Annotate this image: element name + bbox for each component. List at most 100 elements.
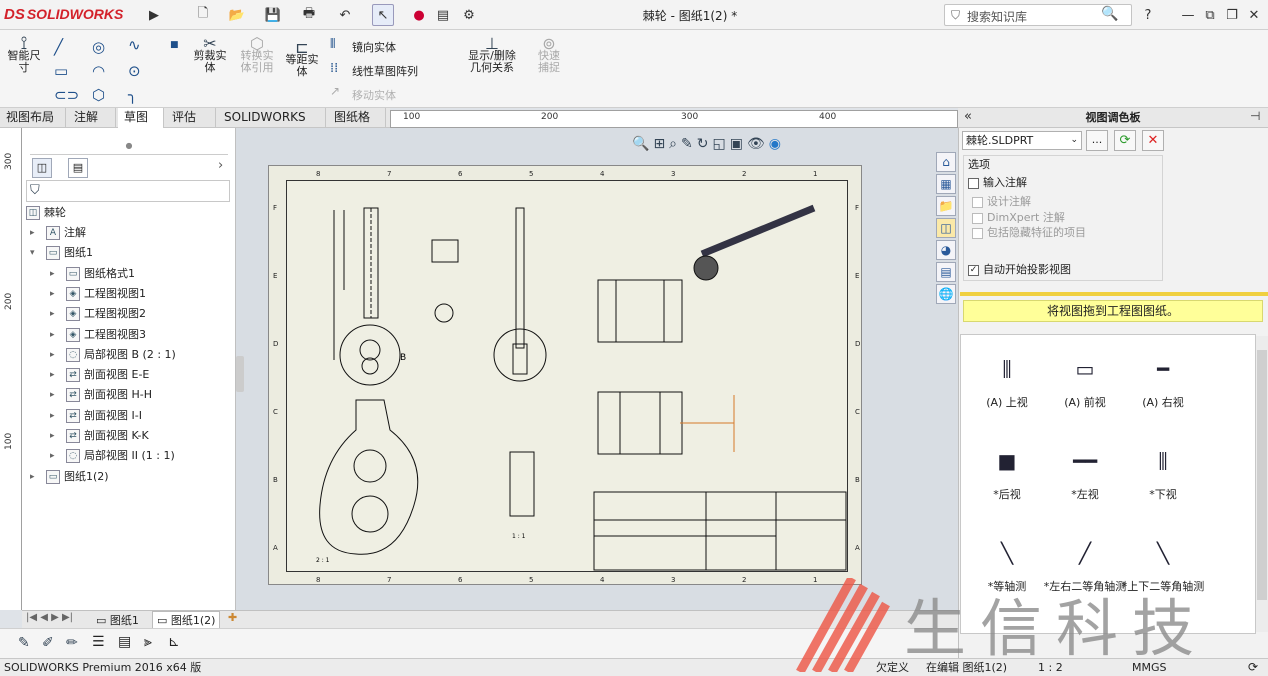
expand-arrow-icon[interactable]: ▸ bbox=[50, 427, 55, 445]
tree-root[interactable]: ◫ 棘轮 bbox=[26, 204, 66, 222]
design-annotations-checkbox[interactable]: 设计注解 bbox=[972, 193, 1031, 209]
add-sheet-icon[interactable]: ✚ bbox=[228, 611, 237, 624]
expand-arrow-icon[interactable]: ▸ bbox=[30, 468, 35, 486]
part-file-select[interactable]: 棘轮.SLDPRT ⌄ bbox=[962, 131, 1082, 150]
rebuild-traffic-light-icon[interactable]: ● bbox=[410, 4, 428, 26]
palette-view-item[interactable]: ▭ (A) 前视 bbox=[1040, 344, 1130, 410]
hide-show-edges-icon[interactable]: ▤ bbox=[118, 634, 131, 650]
tree-item[interactable]: ▸ ◈ 工程图视图3 bbox=[50, 326, 146, 344]
tree-item[interactable]: ▸ ◈ 工程图视图2 bbox=[50, 305, 146, 323]
rotate-view-icon[interactable]: ↻ bbox=[697, 136, 709, 158]
pane-splitter-handle[interactable] bbox=[236, 356, 244, 392]
solidworks-forum-icon[interactable]: 🌐 bbox=[936, 284, 956, 304]
collapse-pane-icon[interactable]: « bbox=[964, 109, 972, 124]
zoom-fit-icon[interactable]: 🔍 bbox=[632, 136, 649, 158]
sheet-nav-arrows-icon[interactable]: |◀ ◀ ▶ ▶| bbox=[26, 612, 73, 623]
refresh-icon[interactable]: ⟳ bbox=[1114, 130, 1136, 151]
design-library-icon[interactable]: ▦ bbox=[936, 174, 956, 194]
expand-arrow-icon[interactable]: ▸ bbox=[50, 386, 55, 404]
feature-manager-tab-icon[interactable]: ◫ bbox=[32, 158, 52, 178]
fillet-tool-icon[interactable]: ╮ bbox=[128, 86, 137, 104]
expand-arrow-icon[interactable]: ▸ bbox=[50, 346, 55, 364]
print-icon[interactable]: 🖶 bbox=[298, 4, 320, 26]
select-pointer-icon[interactable]: ↖ bbox=[372, 4, 394, 26]
splitter[interactable] bbox=[960, 292, 1268, 296]
palette-view-item[interactable]: ⫼ (A) 上视 bbox=[962, 344, 1052, 410]
open-folder-icon[interactable]: 📂 bbox=[226, 4, 248, 26]
new-document-icon[interactable]: 🗋 bbox=[192, 4, 214, 26]
tab-4[interactable]: SOLIDWORKS 插件 bbox=[218, 108, 326, 143]
tab-1[interactable]: 注解 bbox=[68, 108, 116, 128]
file-explorer-icon[interactable]: 📁 bbox=[936, 196, 956, 216]
trim-entities-button[interactable]: ✂ 剪裁实体 bbox=[190, 36, 230, 74]
line-tool-icon[interactable]: ╱ bbox=[54, 38, 63, 56]
sheet-tab-active[interactable]: ▭ 图纸1(2) bbox=[152, 611, 221, 629]
tree-item[interactable]: ▾ ▭ 图纸1 bbox=[30, 244, 93, 262]
ellipse-tool-icon[interactable]: ⊙ bbox=[128, 62, 141, 80]
dimxpert-checkbox[interactable]: DimXpert 注解 bbox=[972, 209, 1065, 225]
tree-item[interactable]: ▸ ⇄ 剖面视图 H-H bbox=[50, 386, 152, 404]
tree-item[interactable]: ▸ A 注解 bbox=[30, 224, 86, 242]
expand-arrow-icon[interactable]: ▸ bbox=[50, 366, 55, 384]
menu-expand-icon[interactable]: ▶ bbox=[146, 4, 162, 26]
expand-arrow-icon[interactable]: ▸ bbox=[50, 447, 55, 465]
clear-all-icon[interactable]: ✕ bbox=[1142, 130, 1164, 151]
palette-view-item[interactable]: ⫼ *下视 bbox=[1118, 436, 1208, 502]
file-properties-icon[interactable]: ▤ bbox=[432, 4, 454, 26]
import-annotations-checkbox[interactable]: 输入注解 bbox=[968, 174, 1027, 190]
quick-snaps-button[interactable]: ⊚ 快速捕捉 bbox=[530, 36, 568, 74]
offset-entities-button[interactable]: ⊏ 等距实体 bbox=[282, 40, 322, 78]
appearance-icon[interactable]: ◉ bbox=[769, 136, 781, 158]
layer-properties-icon[interactable]: ⊾ bbox=[168, 634, 180, 650]
tree-item[interactable]: ▸ ▭ 图纸格式1 bbox=[50, 265, 135, 283]
move-entities-button[interactable]: 移动实体 bbox=[352, 87, 396, 103]
scrollbar-thumb[interactable] bbox=[1257, 350, 1267, 600]
section-view-icon[interactable]: ◱ bbox=[712, 136, 725, 158]
hide-show-items-icon[interactable]: 👁 bbox=[747, 136, 765, 158]
undo-icon[interactable]: ↶ bbox=[334, 4, 356, 26]
property-manager-tab-icon[interactable]: ▤ bbox=[68, 158, 88, 178]
hidden-features-checkbox[interactable]: 包括隐藏特征的项目 bbox=[972, 224, 1086, 240]
home-icon[interactable]: ⌂ bbox=[936, 152, 956, 172]
smart-dimension-button[interactable]: ⟟ 智能尺寸 bbox=[4, 35, 44, 74]
tab-2[interactable]: 草图 bbox=[118, 108, 164, 128]
view-palette-icon[interactable]: ◫ bbox=[936, 218, 956, 238]
help-icon[interactable]: ? bbox=[1138, 4, 1158, 26]
chevron-right-icon[interactable]: › bbox=[218, 158, 223, 173]
line-format-icon[interactable]: ✎ bbox=[18, 635, 30, 651]
zoom-area-icon[interactable]: ⊞ bbox=[653, 136, 665, 158]
expand-arrow-icon[interactable]: ▸ bbox=[50, 407, 55, 425]
expand-arrow-icon[interactable]: ▸ bbox=[50, 265, 55, 283]
options-gear-icon[interactable]: ⚙ bbox=[458, 4, 480, 26]
color-display-mode-icon[interactable]: ⫸ bbox=[144, 634, 152, 650]
polygon-tool-icon[interactable]: ⬡ bbox=[92, 86, 105, 104]
tree-item[interactable]: ▸ ⇄ 剖面视图 K-K bbox=[50, 427, 149, 445]
appearances-icon[interactable]: ◕ bbox=[936, 240, 956, 260]
expand-arrow-icon[interactable]: ▸ bbox=[50, 326, 55, 344]
sheet-tab[interactable]: ▭ 图纸1 bbox=[92, 612, 143, 628]
custom-properties-icon[interactable]: ▤ bbox=[936, 262, 956, 282]
expand-arrow-icon[interactable]: ▸ bbox=[50, 285, 55, 303]
palette-view-item[interactable]: ■ *后视 bbox=[962, 436, 1052, 502]
linear-pattern-button[interactable]: 线性草图阵列 bbox=[352, 63, 418, 79]
search-input[interactable]: ⛉ 搜索知识库 🔍 bbox=[944, 4, 1132, 26]
line-color-icon[interactable]: ✐ bbox=[42, 635, 54, 651]
palette-view-item[interactable]: ━━ *左视 bbox=[1040, 436, 1130, 502]
convert-entities-button[interactable]: ⬡ 转换实体引用 bbox=[234, 36, 280, 74]
line-thickness-icon[interactable]: ✏ bbox=[66, 635, 78, 651]
tree-item[interactable]: ▸ ▭ 图纸1(2) bbox=[30, 468, 109, 486]
rectangle-tool-icon[interactable]: ▭ bbox=[54, 62, 68, 80]
circle-tool-icon[interactable]: ◎ bbox=[92, 38, 105, 56]
line-style-icon[interactable]: ☰ bbox=[92, 634, 105, 650]
tree-item[interactable]: ▸ ◌ 局部视图 II (1 : 1) bbox=[50, 447, 175, 465]
slot-tool-icon[interactable]: ⊂⊃ bbox=[54, 86, 79, 104]
save-icon[interactable]: 💾 bbox=[262, 4, 284, 26]
tree-item[interactable]: ▸ ◌ 局部视图 B (2 : 1) bbox=[50, 346, 176, 364]
sketch-icon[interactable]: ✎ bbox=[681, 136, 693, 158]
close-button[interactable]: ✕ bbox=[1244, 4, 1264, 26]
expand-arrow-icon[interactable]: ▸ bbox=[50, 305, 55, 323]
tab-0[interactable]: 视图布局 bbox=[0, 108, 66, 128]
tab-3[interactable]: 评估 bbox=[166, 108, 216, 128]
tree-item[interactable]: ▸ ⇄ 剖面视图 E-E bbox=[50, 366, 149, 384]
tree-item[interactable]: ▸ ◈ 工程图视图1 bbox=[50, 285, 146, 303]
